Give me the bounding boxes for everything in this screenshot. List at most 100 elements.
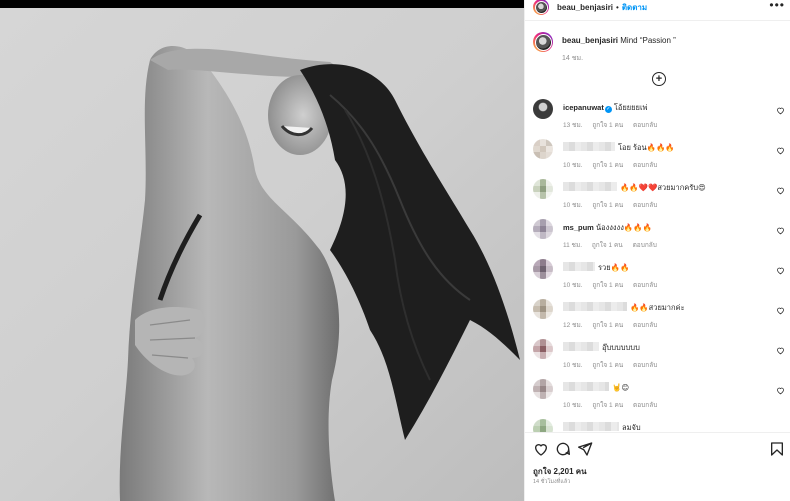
commenter-username-blurred[interactable] — [563, 262, 595, 271]
commenter-username-blurred[interactable] — [563, 382, 609, 391]
commenter-avatar[interactable] — [533, 259, 553, 279]
comment-time: 12 ชม. — [563, 322, 583, 329]
commenter-username-blurred[interactable] — [563, 142, 615, 151]
comment-meta: 10 ชม. ถูกใจ 1 คน ตอบกลับ — [563, 400, 665, 410]
likes-count[interactable]: ถูกใจ 2,201 คน — [533, 465, 587, 478]
comment-time: 10 ชม. — [563, 362, 583, 369]
post-details-panel: beau_benjasiri • ติดตาม ••• beau_benjasi… — [524, 0, 790, 501]
comment-text: อุ๊บบบบบบบ — [602, 343, 640, 352]
caption-text: beau_benjasiri Mind “Passion ” — [562, 36, 676, 45]
comment-body: 🔥🔥❤️❤️สวยมากครับ😍 — [563, 182, 706, 194]
comment-likes[interactable]: ถูกใจ 1 คน — [592, 202, 623, 209]
commenter-avatar[interactable] — [533, 99, 553, 119]
reply-button[interactable]: ตอบกลับ — [633, 242, 657, 249]
comment-meta: 12 ชม. ถูกใจ 1 คน ตอบกลับ — [563, 320, 665, 330]
header-divider — [525, 20, 790, 21]
comment-meta: 13 ชม. ถูกใจ 1 คน ตอบกลับ — [563, 120, 665, 130]
commenter-username-blurred[interactable] — [563, 182, 617, 191]
comment-item: ms_pum น้องงงงง🔥🔥🔥 11 ชม. ถูกใจ 1 คน ตอบ… — [533, 218, 787, 258]
commenter-username[interactable]: ms_pum — [563, 223, 594, 232]
commenter-avatar[interactable] — [533, 179, 553, 199]
caption-body: Mind “Passion ” — [620, 36, 676, 45]
comment-body: รวย🔥🔥 — [563, 262, 629, 274]
comment-likes[interactable]: ถูกใจ 1 คน — [592, 122, 623, 129]
comment-item: 🤘😊 10 ชม. ถูกใจ 1 คน ตอบกลับ — [533, 378, 787, 418]
reply-button[interactable]: ตอบกลับ — [633, 162, 657, 169]
comment-text: โอย ร้อน🔥🔥🔥 — [618, 143, 675, 152]
post-actions-bar: ถูกใจ 2,201 คน 14 ชั่วโมงที่แล้ว — [525, 432, 790, 501]
comment-body: icepanuwat ✓ โอ้ยยยยเพ่ — [563, 102, 647, 114]
commenter-username[interactable]: icepanuwat — [563, 103, 604, 112]
commenter-avatar[interactable] — [533, 419, 553, 432]
reply-button[interactable]: ตอบกลับ — [633, 202, 657, 209]
comment-item: รวย🔥🔥 10 ชม. ถูกใจ 1 คน ตอบกลับ — [533, 258, 787, 298]
comment-item: ลมจับ — [533, 418, 787, 432]
heart-icon[interactable] — [776, 346, 785, 355]
comment-likes[interactable]: ถูกใจ 1 คน — [592, 402, 623, 409]
commenter-avatar[interactable] — [533, 139, 553, 159]
comment-meta: 10 ชม. ถูกใจ 1 คน ตอบกลับ — [563, 160, 665, 170]
comment-text: 🔥🔥สวยมากค่ะ — [630, 303, 685, 312]
verified-icon: ✓ — [604, 106, 612, 113]
comment-list: icepanuwat ✓ โอ้ยยยยเพ่ 13 ชม. ถูกใจ 1 คน … — [525, 98, 790, 432]
caption-username[interactable]: beau_benjasiri — [562, 36, 618, 45]
heart-icon[interactable] — [776, 266, 785, 275]
comment-likes[interactable]: ถูกใจ 1 คน — [592, 162, 623, 169]
heart-icon[interactable] — [776, 186, 785, 195]
comment-time: 10 ชม. — [563, 282, 583, 289]
heart-icon[interactable] — [776, 146, 785, 155]
caption-time: 14 ชม. — [562, 55, 584, 62]
follow-button[interactable]: ติดตาม — [622, 1, 647, 14]
reply-button[interactable]: ตอบกลับ — [633, 282, 657, 289]
comment-body: โอย ร้อน🔥🔥🔥 — [563, 142, 675, 154]
caption-avatar[interactable] — [533, 32, 553, 52]
author-username[interactable]: beau_benjasiri — [557, 3, 613, 12]
post-photo[interactable] — [0, 0, 524, 501]
heart-icon[interactable] — [776, 306, 785, 315]
comment-time: 13 ชม. — [563, 122, 583, 129]
post-header: beau_benjasiri • ติดตาม ••• — [525, 0, 790, 15]
comment-text: รวย🔥🔥 — [598, 263, 630, 272]
comment-meta: 11 ชม. ถูกใจ 1 คน ตอบกลับ — [563, 240, 665, 250]
comment-text: โอ้ยยยยเพ่ — [613, 103, 648, 112]
comment-icon[interactable] — [555, 441, 571, 457]
author-avatar[interactable] — [533, 0, 549, 15]
heart-icon[interactable] — [776, 386, 785, 395]
comment-time: 11 ชม. — [563, 242, 583, 249]
comment-time: 10 ชม. — [563, 162, 583, 169]
heart-icon[interactable] — [776, 226, 785, 235]
instagram-post-viewer: beau_benjasiri • ติดตาม ••• beau_benjasi… — [0, 0, 790, 501]
reply-button[interactable]: ตอบกลับ — [633, 122, 657, 129]
comment-item: 🔥🔥สวยมากค่ะ 12 ชม. ถูกใจ 1 คน ตอบกลับ — [533, 298, 787, 338]
separator-dot: • — [616, 2, 619, 12]
comment-meta: 10 ชม. ถูกใจ 1 คน ตอบกลับ — [563, 360, 665, 370]
commenter-username-blurred[interactable] — [563, 302, 627, 311]
commenter-avatar[interactable] — [533, 379, 553, 399]
comment-meta: 10 ชม. ถูกใจ 1 คน ตอบกลับ — [563, 280, 665, 290]
commenter-avatar[interactable] — [533, 339, 553, 359]
comment-body: ms_pum น้องงงงง🔥🔥🔥 — [563, 222, 652, 234]
comment-likes[interactable]: ถูกใจ 1 คน — [592, 242, 623, 249]
comment-meta: 10 ชม. ถูกใจ 1 คน ตอบกลับ — [563, 200, 665, 210]
heart-icon[interactable] — [776, 106, 785, 115]
comment-body: 🤘😊 — [563, 382, 629, 392]
commenter-avatar[interactable] — [533, 299, 553, 319]
comment-likes[interactable]: ถูกใจ 1 คน — [592, 322, 623, 329]
more-icon[interactable]: ••• — [769, 0, 785, 11]
reply-button[interactable]: ตอบกลับ — [633, 322, 657, 329]
bookmark-icon[interactable] — [769, 441, 785, 457]
post-date: 14 ชั่วโมงที่แล้ว — [533, 479, 571, 485]
commenter-avatar[interactable] — [533, 219, 553, 239]
like-heart-icon[interactable] — [533, 441, 549, 457]
comment-likes[interactable]: ถูกใจ 1 คน — [592, 282, 623, 289]
comment-time: 10 ชม. — [563, 402, 583, 409]
comment-likes[interactable]: ถูกใจ 1 คน — [592, 362, 623, 369]
reply-button[interactable]: ตอบกลับ — [633, 362, 657, 369]
add-comment-icon[interactable]: + — [652, 72, 666, 86]
share-icon[interactable] — [577, 441, 593, 457]
commenter-username-blurred[interactable] — [563, 422, 619, 431]
comment-item: อุ๊บบบบบบบ 10 ชม. ถูกใจ 1 คน ตอบกลับ — [533, 338, 787, 378]
reply-button[interactable]: ตอบกลับ — [633, 402, 657, 409]
commenter-username-blurred[interactable] — [563, 342, 599, 351]
post-photo-image — [0, 0, 524, 501]
